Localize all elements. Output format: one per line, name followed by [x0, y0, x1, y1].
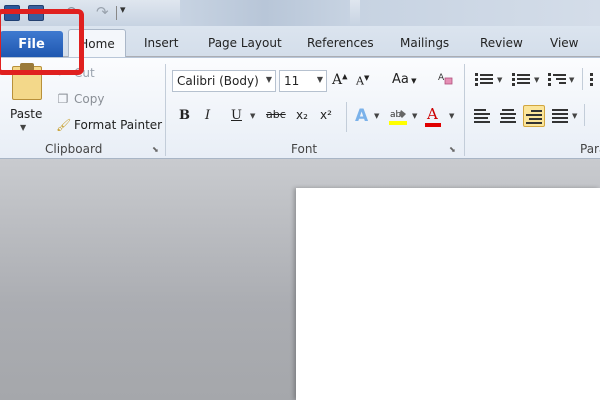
multilevel-dropdown-icon[interactable]: ▼: [569, 76, 574, 84]
bold-button[interactable]: B: [179, 108, 190, 123]
decrease-indent-icon[interactable]: [590, 72, 600, 88]
word-app-icon[interactable]: [4, 5, 20, 21]
subscript-button[interactable]: x₂: [296, 108, 308, 122]
font-size-value: 11: [284, 74, 300, 88]
clear-formatting-icon[interactable]: A: [437, 70, 453, 86]
clipboard-group-label: Clipboard: [45, 142, 103, 156]
highlight-dropdown-icon[interactable]: ▼: [412, 112, 417, 120]
text-highlight-icon[interactable]: ab: [389, 106, 409, 126]
text-effects-button[interactable]: A: [355, 106, 368, 126]
font-color-glyph: A: [427, 105, 438, 123]
paste-button[interactable]: Paste: [10, 107, 42, 121]
line-spacing-dropdown-icon[interactable]: ▼: [572, 112, 577, 120]
shrink-font-button[interactable]: A▼: [356, 74, 369, 88]
tab-home[interactable]: Home: [68, 29, 126, 58]
chevron-down-icon: ▼: [316, 75, 323, 84]
customize-qat-icon[interactable]: ▾: [120, 3, 126, 16]
paragraph-group-label: Para: [580, 142, 600, 156]
font-size-select[interactable]: 11 ▼: [279, 70, 327, 92]
format-painter-button[interactable]: 🖌 Format Painter: [56, 118, 162, 132]
group-separator: [584, 104, 585, 126]
font-launcher-icon[interactable]: ⬊: [449, 145, 456, 154]
qat-separator: [116, 6, 117, 20]
font-name-value: Calibri (Body): [177, 74, 259, 88]
tab-page-layout[interactable]: Page Layout: [208, 36, 282, 50]
font-name-select[interactable]: Calibri (Body) ▼: [172, 70, 276, 92]
shrink-font-glyph: A: [356, 74, 364, 88]
font-group-label: Font: [291, 142, 318, 156]
group-separator: [346, 102, 347, 132]
document-page[interactable]: [296, 188, 600, 400]
svg-text:A: A: [438, 73, 445, 83]
cut-label: Cut: [74, 66, 95, 80]
title-bar-blur: [180, 0, 350, 26]
underline-dropdown-icon[interactable]: ▼: [250, 112, 255, 120]
title-bar-blur-right: [360, 0, 600, 26]
align-center-button[interactable]: [498, 107, 518, 125]
redo-icon[interactable]: ↷: [96, 3, 109, 21]
format-painter-label: Format Painter: [74, 118, 163, 132]
tab-view[interactable]: View: [550, 36, 578, 50]
justify-button[interactable]: [550, 107, 570, 125]
group-separator: [464, 64, 465, 156]
underline-button[interactable]: U: [231, 108, 242, 123]
paintbrush-icon: 🖌: [56, 118, 72, 132]
align-left-button[interactable]: [472, 107, 492, 125]
superscript-button[interactable]: x²: [320, 108, 332, 122]
change-case-button[interactable]: Aa ▼: [392, 72, 416, 87]
grow-font-button[interactable]: A▲: [332, 72, 348, 88]
text-effects-dropdown-icon[interactable]: ▼: [374, 112, 379, 120]
tab-references[interactable]: References: [307, 36, 374, 50]
save-icon[interactable]: [28, 5, 44, 21]
numbering-dropdown-icon[interactable]: ▼: [534, 76, 539, 84]
paste-dropdown-icon[interactable]: ▼: [20, 123, 26, 132]
bullets-dropdown-icon[interactable]: ▼: [497, 76, 502, 84]
tab-insert[interactable]: Insert: [144, 36, 178, 50]
copy-label: Copy: [74, 92, 105, 106]
clipboard-launcher-icon[interactable]: ⬊: [152, 145, 159, 154]
bullets-icon[interactable]: [475, 72, 493, 88]
multilevel-list-icon[interactable]: [548, 72, 566, 88]
tab-mailings[interactable]: Mailings: [400, 36, 449, 50]
copy-icon: ❐: [57, 92, 69, 106]
align-right-button[interactable]: [523, 105, 545, 127]
chevron-down-icon: ▼: [265, 75, 272, 84]
group-separator: [582, 68, 583, 90]
strikethrough-button[interactable]: abc: [266, 108, 286, 121]
undo-icon[interactable]: ↶: [64, 3, 77, 21]
font-color-dropdown-icon[interactable]: ▼: [449, 112, 454, 120]
numbering-icon[interactable]: [512, 72, 530, 88]
scissors-icon: ✂: [57, 66, 69, 80]
cut-button[interactable]: ✂ Cut: [56, 66, 95, 80]
font-color-bar: [425, 123, 441, 127]
font-color-button[interactable]: A: [425, 105, 441, 127]
copy-button[interactable]: ❐ Copy: [56, 92, 105, 106]
paste-icon[interactable]: [12, 63, 42, 100]
italic-button[interactable]: I: [205, 108, 210, 123]
group-separator: [165, 64, 166, 156]
grow-font-glyph: A: [332, 72, 343, 88]
tab-review[interactable]: Review: [480, 36, 523, 50]
tab-file[interactable]: File: [0, 31, 63, 57]
change-case-glyph: Aa: [392, 72, 409, 87]
